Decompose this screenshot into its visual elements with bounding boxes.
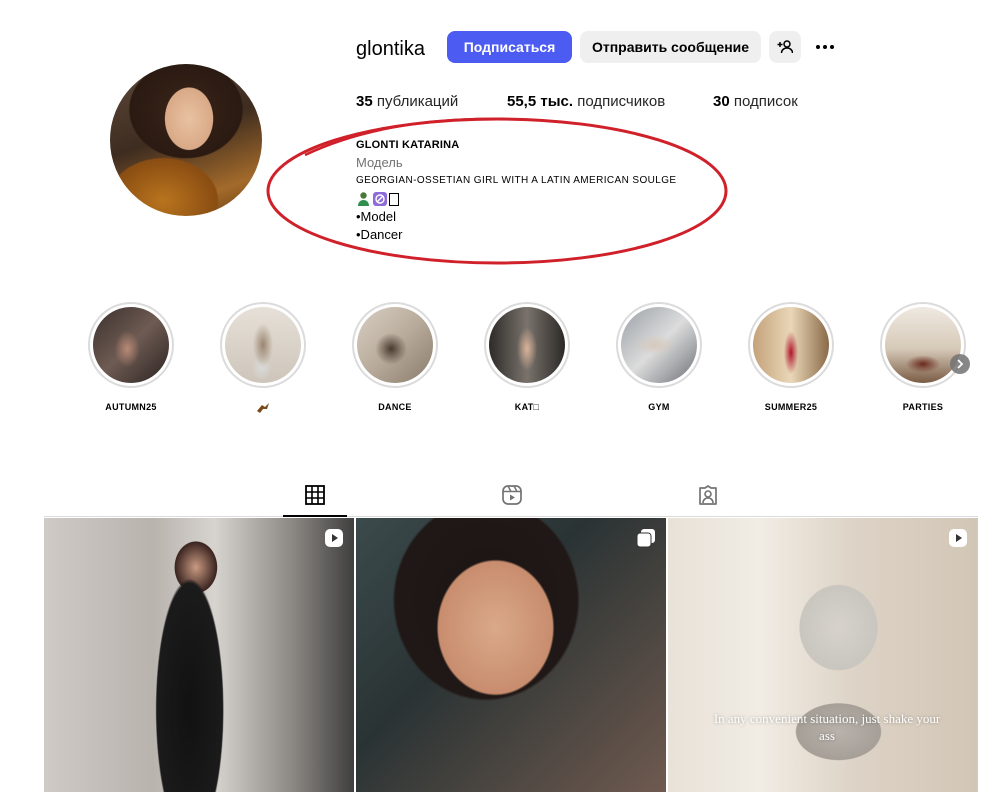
highlight-label: dance [378,402,412,412]
highlight-cover [885,307,961,383]
tab-reels[interactable] [499,482,525,508]
chevron-right-icon [957,359,964,369]
highlight-dance[interactable]: dance [350,302,440,412]
highlight-label: gym [648,402,670,412]
posts-stat: 35 публикаций [356,93,458,110]
followers-label: подписчиков [577,93,666,110]
highlight-ring [220,302,306,388]
reel-icon [325,529,343,547]
highlight-ring [748,302,834,388]
highlight-label: autumn25 [105,402,157,412]
post-thumbnail[interactable]: In any convenient situation, just shake … [668,518,978,792]
following-label: подписок [733,93,798,110]
highlights-next-button[interactable] [950,354,970,374]
highlight-emoji[interactable] [218,302,308,416]
posts-label: публикаций [376,93,459,110]
highlight-label: kat□ [514,402,540,412]
reel-icon [949,529,967,547]
highlight-cover [225,307,301,383]
highlight-cover [753,307,829,383]
followers-stat[interactable]: 55,5 тыс. подписчиков [507,93,665,110]
post-thumbnail[interactable] [44,518,354,792]
tab-tagged[interactable] [695,482,721,508]
suggest-users-button[interactable] [769,31,801,63]
bird-emoji-icon [257,403,269,413]
highlight-ring [88,302,174,388]
following-count: 30 [713,93,730,110]
more-dot [830,45,834,49]
highlight-cover [489,307,565,383]
highlight-ring [352,302,438,388]
posts-count: 35 [356,93,373,110]
add-user-icon [777,40,793,54]
reels-icon [502,485,522,505]
follow-button[interactable]: Подписаться [447,31,572,63]
highlight-label: summer25 [764,402,818,412]
grid-icon [305,485,325,505]
post-thumbnail[interactable] [356,518,666,792]
more-dot [823,45,827,49]
following-stat[interactable]: 30 подписок [713,93,798,110]
highlight-label: parties [902,402,944,412]
highlight-ring [616,302,702,388]
more-options-button[interactable] [810,38,840,56]
annotation-ellipse [266,117,728,265]
highlight-cover [93,307,169,383]
highlight-autumn25[interactable]: autumn25 [86,302,176,412]
carousel-icon [636,529,655,548]
highlight-ring [484,302,570,388]
followers-count: 55,5 тыс. [507,93,574,110]
tagged-icon [699,485,717,505]
profile-username: glontika [356,38,425,60]
highlight-cover [621,307,697,383]
more-dot [816,45,820,49]
highlight-label [218,402,308,416]
highlight-gym[interactable]: gym [614,302,704,412]
tab-active-indicator [283,515,347,517]
send-message-button[interactable]: Отправить сообщение [580,31,761,63]
highlight-ring [880,302,966,388]
tabs-divider [44,516,978,517]
highlight-cover [357,307,433,383]
post-overlay-caption: In any convenient situation, just shake … [713,711,941,743]
highlight-summer25[interactable]: summer25 [746,302,836,412]
tab-posts[interactable] [302,482,328,508]
highlight-kat[interactable]: kat□ [482,302,572,412]
profile-avatar[interactable] [110,64,262,216]
